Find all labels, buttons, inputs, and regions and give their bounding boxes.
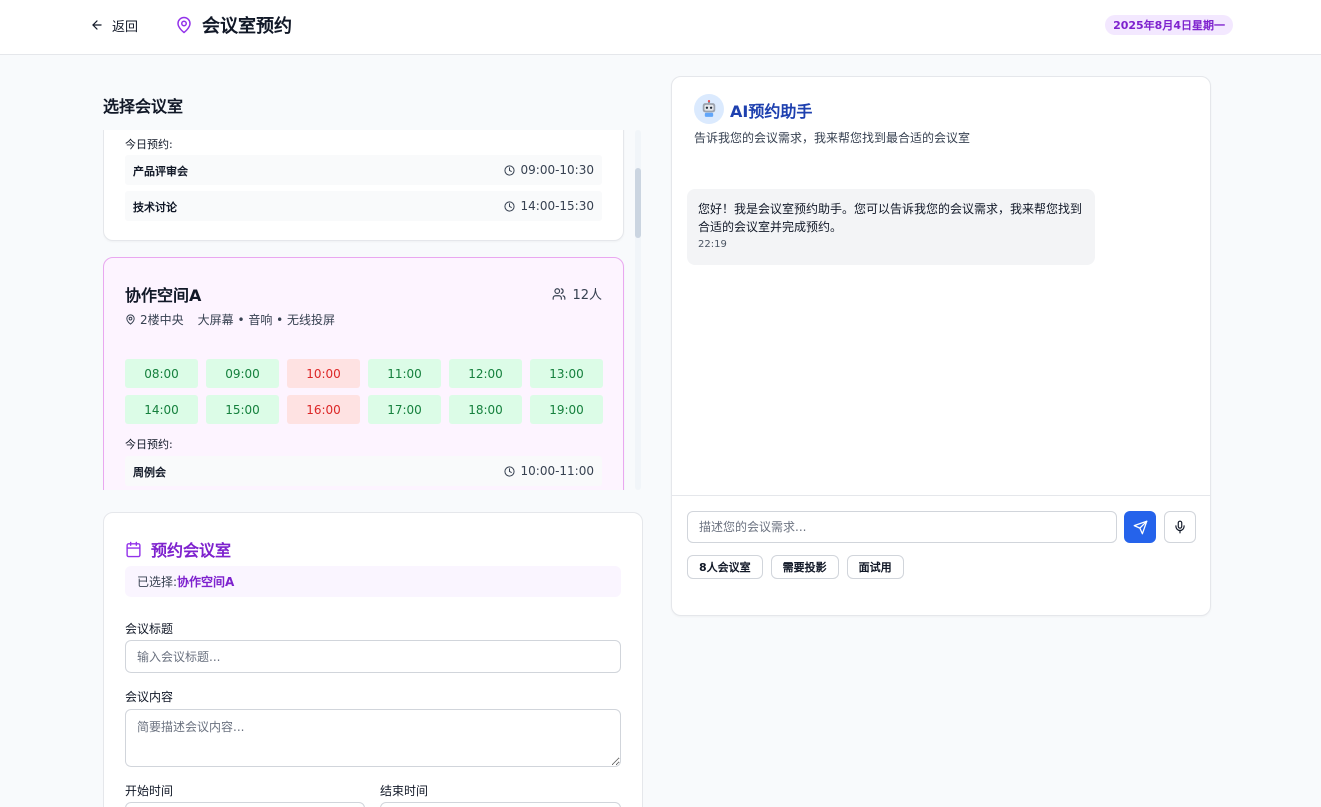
booking-form-title: 预约会议室	[151, 541, 232, 560]
page-title: 会议室预约	[202, 16, 292, 37]
rooms-list[interactable]: 今日预约: 产品评审会 09:00-10:30 技术讨论 14:00-15:30…	[103, 130, 643, 490]
meeting-title-label: 会议标题	[125, 622, 174, 636]
time-slot-busy[interactable]: 10:00	[287, 359, 360, 388]
booking-time-text: 14:00-15:30	[520, 199, 595, 213]
rooms-section-title: 选择会议室	[103, 97, 184, 116]
room-capacity: 12人	[552, 284, 602, 303]
map-pin-icon	[126, 314, 135, 325]
booking-item: 周例会 10:00-11:00	[125, 456, 602, 486]
room-location-line: 2楼中央 大屏幕 • 音响 • 无线投屏	[125, 311, 335, 328]
microphone-icon	[1175, 520, 1185, 534]
booking-title: 周例会	[133, 466, 166, 479]
scrollbar-thumb[interactable]	[635, 168, 641, 238]
booking-time-text: 10:00-11:00	[520, 464, 595, 478]
assistant-title: AI预约助手	[730, 102, 813, 121]
today-bookings-label: 今日预约:	[125, 438, 173, 451]
back-button[interactable]: 返回	[90, 15, 138, 35]
time-slot-free[interactable]: 19:00	[530, 395, 603, 424]
meeting-content-textarea[interactable]	[125, 709, 621, 767]
clock-icon	[503, 200, 515, 212]
time-slot-free[interactable]: 17:00	[368, 395, 441, 424]
arrow-left-icon	[92, 20, 102, 30]
booking-time-text: 09:00-10:30	[520, 163, 595, 177]
time-slot-free[interactable]: 08:00	[125, 359, 198, 388]
room-card[interactable]: 今日预约: 产品评审会 09:00-10:30 技术讨论 14:00-15:30	[103, 130, 624, 241]
robot-icon	[702, 100, 716, 117]
clock-icon	[503, 465, 515, 477]
today-bookings-label: 今日预约:	[125, 138, 173, 151]
suggestion-chip[interactable]: 8人会议室	[687, 555, 763, 579]
time-slot-free[interactable]: 11:00	[368, 359, 441, 388]
time-slot-free[interactable]: 14:00	[125, 395, 198, 424]
voice-input-button[interactable]	[1164, 511, 1196, 543]
clock-icon	[503, 164, 515, 176]
booking-time: 09:00-10:30	[503, 163, 595, 177]
room-card-selected[interactable]: 协作空间A 12人 2楼中央 大屏幕 • 音响 • 无线投屏 08:00 09:0…	[103, 257, 624, 490]
time-slot-busy[interactable]: 16:00	[287, 395, 360, 424]
booking-form-header: 预约会议室	[125, 537, 231, 561]
message-time: 22:19	[698, 239, 727, 250]
time-slot-free[interactable]: 13:00	[530, 359, 603, 388]
selected-room-box: 已选择: 协作空间A	[125, 566, 621, 597]
message-text: 您好！我是会议室预约助手。您可以告诉我您的会议需求，我来帮您找到合适的会议室并完…	[698, 202, 1083, 234]
time-slot-free[interactable]: 12:00	[449, 359, 522, 388]
start-time-input[interactable]	[125, 802, 365, 807]
send-button[interactable]	[1124, 511, 1156, 543]
time-slot-free[interactable]: 09:00	[206, 359, 279, 388]
booking-form-card: 预约会议室 已选择: 协作空间A 会议标题 会议内容 开始时间 结束时间	[103, 512, 643, 807]
users-icon	[553, 287, 566, 300]
page-title-group: 会议室预约	[175, 12, 292, 38]
end-time-input[interactable]	[380, 802, 621, 807]
divider	[672, 495, 1210, 496]
meeting-title-input[interactable]	[125, 640, 621, 673]
suggestion-chip[interactable]: 需要投影	[770, 555, 839, 579]
selected-prefix: 已选择:	[137, 575, 178, 589]
end-time-label: 结束时间	[380, 784, 429, 798]
assistant-message: 您好！我是会议室预约助手。您可以告诉我您的会议需求，我来帮您找到合适的会议室并完…	[687, 189, 1095, 265]
top-header: 返回 会议室预约 2025年8月4日星期一	[0, 0, 1321, 55]
booking-time: 14:00-15:30	[503, 199, 595, 213]
robot-avatar	[694, 94, 724, 124]
booking-title: 产品评审会	[133, 165, 188, 178]
start-time-label: 开始时间	[125, 784, 174, 798]
time-slot-free[interactable]: 15:00	[206, 395, 279, 424]
room-name: 协作空间A	[125, 286, 202, 305]
booking-item: 产品评审会 09:00-10:30	[125, 155, 602, 185]
assistant-subtitle: 告诉我您的会议需求，我来帮您找到最合适的会议室	[694, 131, 971, 145]
rooms-scrollbar[interactable]	[632, 130, 642, 490]
selected-room-name: 协作空间A	[177, 575, 235, 589]
time-slot-grid: 08:00 09:00 10:00 11:00 12:00 13:00 14:00 15:00…	[125, 359, 603, 424]
booking-item: 技术讨论 14:00-15:30	[125, 191, 602, 221]
send-icon	[1133, 520, 1147, 534]
chat-input[interactable]	[687, 511, 1117, 543]
calendar-icon	[126, 541, 141, 557]
quick-suggestions: 8人会议室 需要投影 面试用	[687, 555, 904, 579]
booking-time: 10:00-11:00	[503, 464, 595, 478]
suggestion-chip[interactable]: 面试用	[846, 555, 904, 579]
meeting-content-label: 会议内容	[125, 690, 174, 704]
map-pin-icon	[177, 16, 191, 34]
ai-assistant-panel: AI预约助手 告诉我您的会议需求，我来帮您找到最合适的会议室 您好！我是会议室预…	[671, 76, 1211, 616]
booking-title: 技术讨论	[133, 201, 177, 214]
capacity-text: 12人	[572, 288, 602, 303]
time-slot-free[interactable]: 18:00	[449, 395, 522, 424]
room-equipment: 大屏幕 • 音响 • 无线投屏	[197, 313, 336, 327]
date-badge: 2025年8月4日星期一	[1105, 15, 1233, 35]
back-label: 返回	[112, 19, 139, 35]
room-location: 2楼中央	[140, 313, 184, 327]
